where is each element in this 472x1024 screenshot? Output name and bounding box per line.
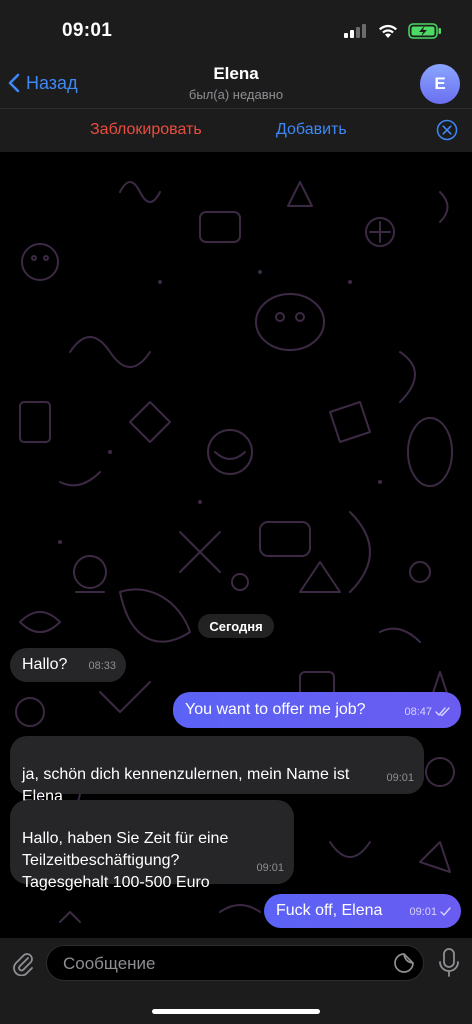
add-contact-button[interactable]: Добавить <box>276 121 347 139</box>
check-icon <box>440 907 451 916</box>
block-button[interactable]: Заблокировать <box>90 121 202 139</box>
sticker-icon[interactable] <box>393 952 415 974</box>
message-bubble-outgoing[interactable]: Fuck off, Elena 09:01 <box>264 894 461 928</box>
status-bar: 09:01 <box>0 0 472 58</box>
message-text: Hallo? <box>22 656 68 673</box>
avatar-letter: E <box>434 74 446 93</box>
back-label: Назад <box>26 72 78 93</box>
message-time: 08:47 <box>404 706 432 718</box>
message-text: You want to offer me job? <box>185 701 366 718</box>
message-meta: 09:01 <box>256 857 284 879</box>
wifi-icon <box>379 24 397 38</box>
back-button[interactable]: Назад <box>8 68 78 98</box>
battery-charging-icon <box>408 23 441 39</box>
message-text: Fuck off, Elena <box>276 902 383 919</box>
home-indicator <box>152 1009 320 1014</box>
contact-action-bar: Заблокировать Добавить <box>0 108 472 152</box>
status-icons <box>344 20 442 42</box>
microphone-icon[interactable] <box>438 948 460 978</box>
chevron-left-icon <box>8 73 20 93</box>
message-field <box>46 945 424 982</box>
message-bubble-outgoing[interactable]: You want to offer me job? 08:47 <box>173 692 461 728</box>
message-bubble-incoming[interactable]: ja, schön dich kennenzulernen, mein Name… <box>10 736 424 805</box>
message-time: 09:01 <box>386 772 414 784</box>
message-time: 09:01 <box>409 906 437 918</box>
message-meta: 09:01 <box>386 767 414 789</box>
message-meta: 08:33 <box>88 655 116 677</box>
message-time: 08:33 <box>88 660 116 672</box>
signal-icon <box>344 24 366 38</box>
message-input[interactable] <box>61 946 385 982</box>
message-bubble-incoming[interactable]: Hallo? 08:33 <box>10 648 126 682</box>
message-time: 09:01 <box>256 862 284 874</box>
chat-header: Назад Elena был(а) недавно E <box>0 58 472 108</box>
message-meta: 08:47 <box>404 701 451 723</box>
close-circle-icon[interactable] <box>436 119 458 141</box>
double-check-icon <box>435 707 450 717</box>
chat-area[interactable]: Сегодня Hallo? 08:33 You want to offer m… <box>0 152 472 938</box>
message-bubble-incoming[interactable]: Hallo, haben Sie Zeit für eine Teilzeitb… <box>10 800 294 891</box>
message-text: Hallo, haben Sie Zeit für eine Teilzeitb… <box>22 830 229 891</box>
paperclip-icon[interactable] <box>10 950 36 976</box>
status-time: 09:01 <box>62 20 113 41</box>
date-separator: Сегодня <box>198 614 274 638</box>
message-meta: 09:01 <box>409 901 451 923</box>
avatar[interactable]: E <box>420 64 460 104</box>
